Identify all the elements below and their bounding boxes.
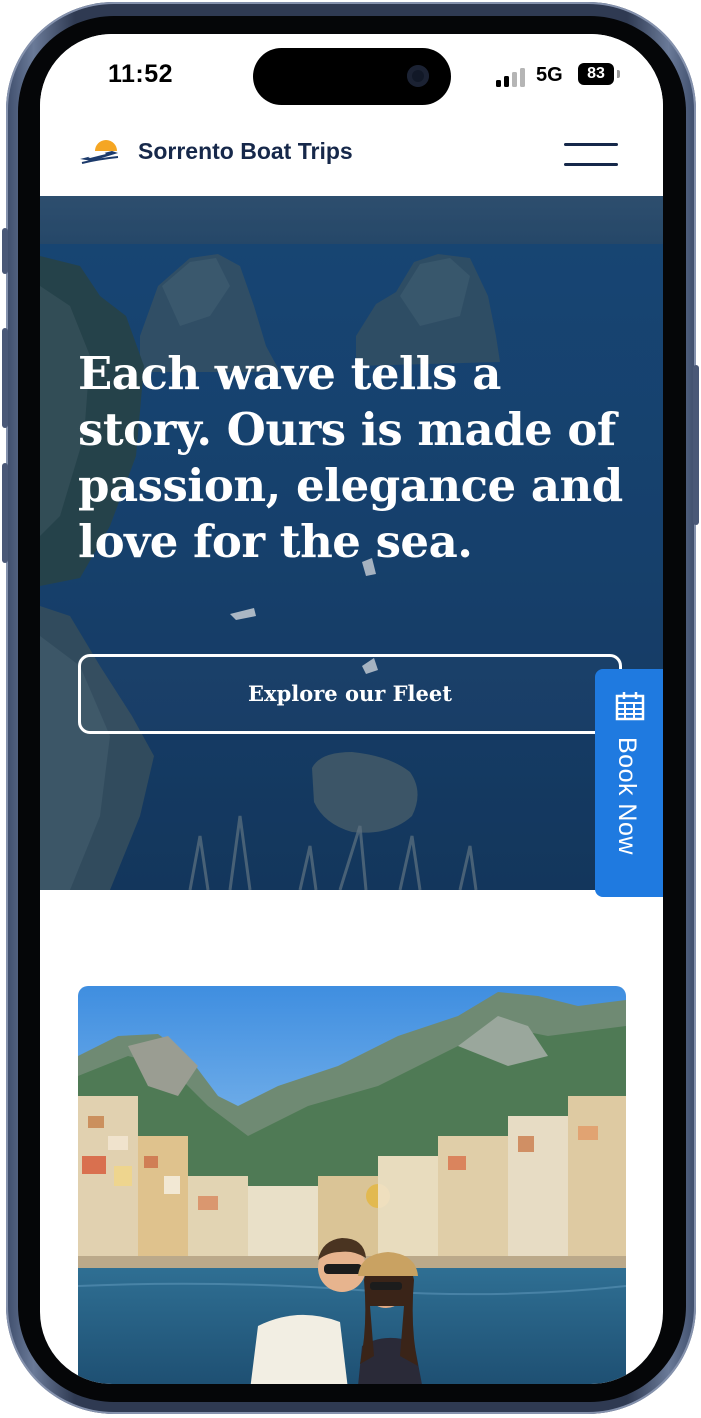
hero-section: Each wave tells a story. Ours is made of… [40,196,663,890]
power-button [693,365,699,525]
volume-down-button [2,463,8,563]
explore-fleet-button[interactable]: Explore our Fleet [78,654,622,734]
sun-boat-logo-icon[interactable] [78,137,122,169]
hero-title: Each wave tells a story. Ours is made of… [78,347,623,568]
battery-icon: 83 [578,63,614,85]
screen: 11:52 5G 83 Sorrento Boat Trips Each wav… [40,34,663,1384]
signal-strength-icon [496,67,528,87]
calendar-icon [615,692,645,721]
book-now-label: Book Now [613,737,641,855]
network-type: 5G [536,64,563,86]
volume-up-button [2,328,8,428]
action-button [2,228,8,274]
status-time: 11:52 [108,60,174,88]
brand-name[interactable]: Sorrento Boat Trips [138,138,353,165]
front-camera [407,65,429,87]
site-header: Sorrento Boat Trips [40,108,663,196]
positano-couple-image [78,986,626,1384]
dynamic-island [253,48,451,105]
positano-photo [78,986,626,1384]
menu-icon[interactable] [564,141,618,169]
book-now-button[interactable]: Book Now [595,669,663,897]
battery-cap [617,70,620,78]
status-bar: 11:52 5G 83 [40,34,663,108]
